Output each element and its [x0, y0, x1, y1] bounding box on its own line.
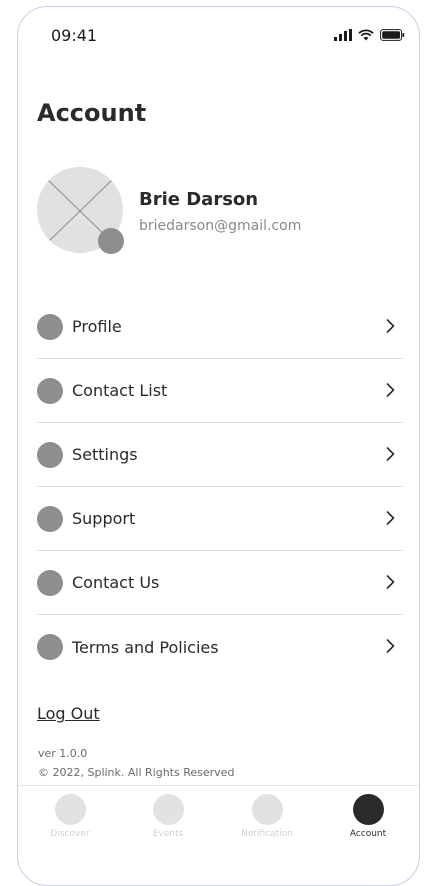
- notification-icon: [251, 794, 283, 825]
- terms-icon: [37, 634, 63, 660]
- avatar[interactable]: [37, 167, 124, 254]
- tab-events[interactable]: Events: [128, 794, 208, 839]
- copyright-text: © 2022, Splink. All Rights Reserved: [38, 766, 235, 779]
- menu-item-terms-and-policies[interactable]: Terms and Policies: [37, 615, 403, 679]
- chevron-right-icon: [386, 510, 395, 526]
- contact-us-icon: [37, 569, 63, 596]
- contact-list-icon: [37, 377, 63, 404]
- chevron-right-icon: [386, 574, 395, 590]
- chevron-right-icon: [386, 318, 395, 334]
- menu-item-label: Profile: [72, 317, 122, 336]
- logout-link[interactable]: Log Out: [37, 704, 100, 723]
- status-time: 09:41: [51, 26, 98, 45]
- chevron-right-icon: [386, 638, 395, 654]
- status-icons: [334, 29, 405, 41]
- menu-item-contact-list[interactable]: Contact List: [37, 359, 403, 423]
- avatar-edit-badge[interactable]: [98, 228, 124, 254]
- app-version: ver 1.0.0: [38, 747, 88, 760]
- tab-label: Notification: [241, 829, 293, 839]
- page-title: Account: [37, 99, 147, 127]
- wifi-icon: [358, 29, 374, 41]
- battery-icon: [380, 29, 405, 41]
- user-name: Brie Darson: [139, 189, 259, 210]
- chevron-right-icon: [386, 382, 395, 398]
- menu-item-label: Terms and Policies: [72, 637, 219, 657]
- events-icon: [152, 794, 184, 825]
- status-bar: 09:41: [18, 7, 421, 63]
- menu-item-label: Support: [72, 509, 136, 528]
- tab-label: Events: [152, 829, 184, 839]
- tab-notification[interactable]: Notification: [227, 794, 307, 839]
- menu-item-label: Contact List: [72, 381, 168, 400]
- account-icon: [352, 794, 384, 825]
- menu-item-profile[interactable]: Profile: [37, 295, 403, 359]
- tab-discover[interactable]: Discover: [30, 794, 110, 839]
- chevron-right-icon: [386, 446, 395, 462]
- tab-label: Discover: [50, 829, 90, 839]
- menu-item-label: Settings: [72, 445, 138, 464]
- support-icon: [37, 505, 63, 532]
- phone-frame: 09:41 Account Brie Darson briedarson@gma…: [17, 6, 421, 886]
- discover-icon: [54, 794, 86, 825]
- settings-icon: [37, 441, 63, 468]
- menu-item-support[interactable]: Support: [37, 487, 403, 551]
- tab-label: Account: [349, 829, 387, 839]
- menu-item-settings[interactable]: Settings: [37, 423, 403, 487]
- tab-bar: Discover Events Notification Account: [18, 785, 421, 852]
- tab-account[interactable]: Account: [328, 794, 408, 839]
- menu-item-label: Contact Us: [72, 573, 160, 592]
- profile-icon: [37, 313, 63, 340]
- user-email: briedarson@gmail.com: [139, 218, 302, 234]
- account-menu: Profile Contact List Settings Support Co…: [37, 295, 403, 679]
- signal-icon: [334, 29, 352, 41]
- menu-item-contact-us[interactable]: Contact Us: [37, 551, 403, 615]
